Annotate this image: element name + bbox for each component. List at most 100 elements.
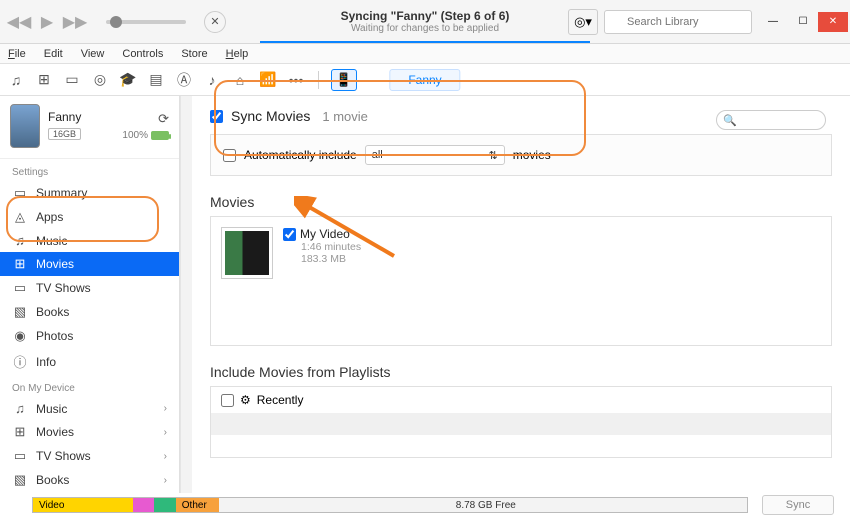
movies-section-header: Movies — [210, 194, 832, 210]
movies-list: My Video 1:46 minutes 183.3 MB — [210, 216, 832, 346]
menu-file[interactable]: File — [4, 46, 30, 62]
books-icon: ▧ — [12, 304, 28, 320]
books-icon: ▧ — [12, 472, 28, 488]
toolbar: ♫ ⊞ ▭ ◎ 🎓 ▤ Ⓐ ♪ ⌂ 📶 ••• 📱 Fanny — [0, 64, 850, 96]
capacity-seg-pink — [133, 498, 154, 512]
radio-tab-icon[interactable]: 📶 — [258, 70, 278, 90]
sidebar: Fanny 16GB ⟳ 100% Settings ▭Summary ◬App… — [0, 96, 180, 493]
prev-button[interactable]: ◀◀ — [6, 9, 32, 35]
sidebar-item-od-music[interactable]: ♫Music› — [0, 397, 179, 420]
sidebar-item-tvshows[interactable]: ▭TV Shows — [0, 276, 179, 300]
summary-icon: ▭ — [12, 185, 28, 201]
device-thumb — [10, 104, 40, 148]
capacity-free: 8.78 GB Free — [219, 498, 747, 512]
tv-tab-icon[interactable]: ▭ — [62, 70, 82, 90]
more-tab-icon[interactable]: ••• — [286, 70, 306, 90]
sync-movies-checkbox[interactable] — [210, 110, 223, 123]
cancel-sync-button[interactable]: ✕ — [204, 11, 226, 33]
minimize-button[interactable]: — — [758, 12, 788, 32]
tv-icon: ▭ — [12, 280, 28, 296]
apps-tab-icon[interactable]: Ⓐ — [174, 70, 194, 90]
auto-include-select[interactable]: all⇅ — [365, 145, 505, 165]
volume-slider[interactable] — [106, 20, 186, 24]
movie-size: 183.3 MB — [301, 253, 361, 265]
close-window-button[interactable]: ✕ — [818, 12, 848, 32]
movie-count: 1 movie — [322, 109, 368, 124]
auto-include-checkbox[interactable] — [223, 149, 236, 162]
sidebar-item-photos[interactable]: ◉Photos — [0, 324, 179, 348]
movie-title: My Video — [300, 227, 350, 241]
movie-thumbnail[interactable] — [221, 227, 273, 279]
device-name-pill[interactable]: Fanny — [389, 69, 460, 91]
playlists-box: ⚙ Recently — [210, 386, 832, 458]
tv-icon: ▭ — [12, 448, 28, 464]
search-library-input[interactable] — [604, 10, 752, 34]
sidebar-item-od-movies[interactable]: ⊞Movies› — [0, 420, 179, 444]
play-button[interactable]: ▶ — [34, 9, 60, 35]
books-tab-icon[interactable]: ▤ — [146, 70, 166, 90]
playlist-empty-row — [211, 435, 831, 457]
content-search[interactable]: 🔍 — [716, 110, 826, 130]
capacity-seg-green — [154, 498, 175, 512]
auto-include-row: Automatically include all⇅ movies — [210, 134, 832, 176]
auto-include-label: Automatically include — [244, 148, 357, 162]
music-icon: ♫ — [12, 401, 28, 416]
menu-help[interactable]: Help — [222, 46, 253, 62]
next-button[interactable]: ▶▶ — [62, 9, 88, 35]
menu-edit[interactable]: Edit — [40, 46, 67, 62]
titlebar: ◀◀ ▶ ▶▶ ✕ Syncing "Fanny" (Step 6 of 6) … — [0, 0, 850, 44]
menu-store[interactable]: Store — [177, 46, 211, 62]
battery-pct: 100% — [122, 130, 148, 141]
sidebar-item-od-books[interactable]: ▧Books› — [0, 468, 179, 492]
chevron-icon: › — [164, 475, 167, 486]
auto-include-suffix: movies — [513, 148, 551, 162]
tones-tab-icon[interactable]: ♪ — [202, 70, 222, 90]
sidebar-item-od-tv[interactable]: ▭TV Shows› — [0, 444, 179, 468]
sync-progress — [260, 41, 590, 43]
sidebar-item-apps[interactable]: ◬Apps — [0, 205, 179, 229]
sync-subtitle: Waiting for changes to be applied — [351, 23, 499, 34]
chevron-icon: › — [164, 427, 167, 438]
sidebar-item-summary[interactable]: ▭Summary — [0, 181, 179, 205]
playlist-empty-row — [211, 413, 831, 435]
movies-icon: ⊞ — [12, 424, 28, 440]
account-button[interactable]: ◎▾ — [568, 9, 598, 35]
menu-view[interactable]: View — [77, 46, 109, 62]
battery-icon — [151, 131, 169, 140]
sidebar-item-movies[interactable]: ⊞Movies — [0, 252, 179, 276]
itunesu-tab-icon[interactable]: 🎓 — [118, 70, 138, 90]
sync-button[interactable]: Sync — [762, 495, 834, 515]
movie-item-checkbox[interactable] — [283, 228, 296, 241]
menubar: File Edit View Controls Store Help — [0, 44, 850, 64]
movie-duration: 1:46 minutes — [301, 241, 361, 253]
refresh-icon[interactable]: ⟳ — [158, 111, 169, 127]
menu-controls[interactable]: Controls — [118, 46, 167, 62]
movies-icon: ⊞ — [12, 256, 28, 272]
sync-movies-label: Sync Movies — [231, 108, 310, 124]
chevron-icon: › — [164, 403, 167, 414]
content-pane: Sync Movies 1 movie 🔍 Automatically incl… — [192, 96, 850, 493]
sharing-tab-icon[interactable]: ⌂ — [230, 70, 250, 90]
device-capacity: 16GB — [48, 128, 81, 140]
device-button[interactable]: 📱 — [331, 69, 357, 91]
music-tab-icon[interactable]: ♫ — [6, 70, 26, 90]
apps-icon: ◬ — [12, 209, 28, 225]
sidebar-section-ondevice: On My Device — [0, 375, 179, 397]
sidebar-item-info[interactable]: ⓘInfo — [0, 348, 179, 375]
capacity-seg-video: Video — [33, 498, 133, 512]
capacity-bar: Video Other 8.78 GB Free — [32, 497, 748, 513]
maximize-button[interactable]: ☐ — [788, 12, 818, 32]
footer: Video Other 8.78 GB Free Sync — [0, 493, 850, 517]
sidebar-item-books[interactable]: ▧Books — [0, 300, 179, 324]
sidebar-item-music[interactable]: ♫Music — [0, 229, 179, 252]
capacity-seg-other: Other — [176, 498, 219, 512]
sidebar-scrollbar[interactable] — [180, 96, 192, 493]
movies-tab-icon[interactable]: ⊞ — [34, 70, 54, 90]
podcasts-tab-icon[interactable]: ◎ — [90, 70, 110, 90]
photos-icon: ◉ — [12, 328, 28, 344]
device-header: Fanny 16GB ⟳ 100% — [0, 96, 179, 159]
device-name-label: Fanny — [48, 110, 114, 124]
sync-title: Syncing "Fanny" (Step 6 of 6) — [341, 9, 510, 23]
playlist-checkbox[interactable] — [221, 394, 234, 407]
playlist-row[interactable]: ⚙ Recently — [211, 387, 831, 413]
